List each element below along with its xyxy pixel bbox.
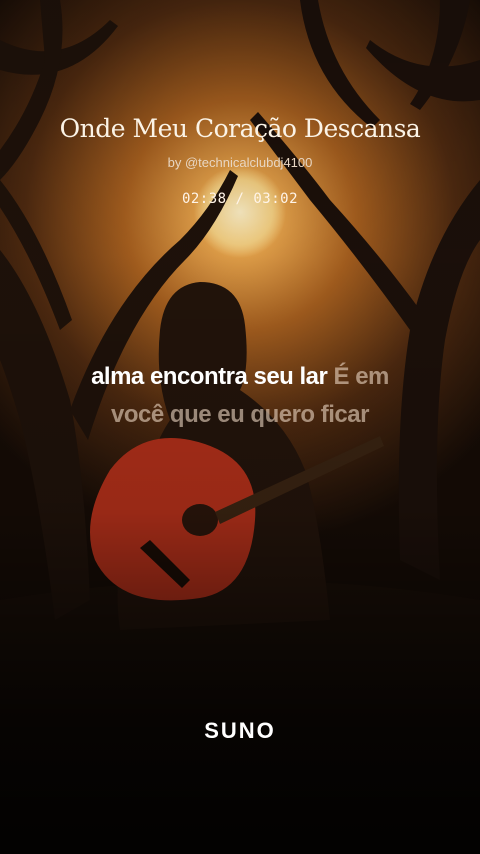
lyrics-display: alma encontra seu lar É em você que eu q… (30, 358, 450, 434)
playback-time: 02:38 / 03:02 (181, 191, 299, 207)
lyric-sung-text: alma encontra seu lar (91, 363, 328, 390)
song-title: Onde Meu Coração Descansa (59, 114, 421, 143)
suno-logo: SUNO (204, 718, 276, 743)
lyric-upcoming-text: você que eu quero ficar (111, 401, 369, 428)
lyric-line-next: você que eu quero ficar (30, 396, 450, 434)
song-artist: by @technicalclubdj4100 (167, 155, 313, 170)
lyric-upcoming-text: É em (333, 363, 390, 390)
lyric-line-current: alma encontra seu lar É em (30, 358, 450, 396)
